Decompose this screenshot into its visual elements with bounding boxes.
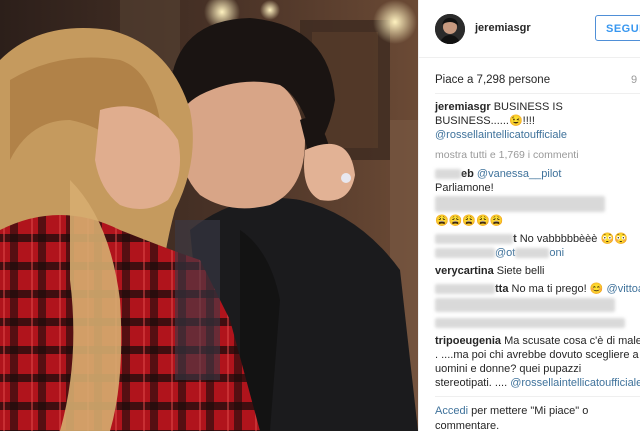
comment-mention[interactable]: @vanessa__pilot bbox=[477, 168, 562, 180]
comment: eb @vanessa__pilot bbox=[435, 167, 561, 181]
post-time: 9 bbox=[631, 74, 638, 86]
comment-text: uomini e donne? quei pupazzi bbox=[435, 363, 582, 375]
caption-mention[interactable]: @rossellaintellicatoufficiale bbox=[435, 129, 567, 141]
post-sidebar: jeremiasgr SEGUI Piace a 7,298 persone 9… bbox=[418, 0, 640, 434]
comment-text: stereotipati. .... bbox=[435, 377, 508, 389]
caption: jeremiasgr BUSINESS IS bbox=[435, 100, 563, 114]
post-username[interactable]: jeremiasgr bbox=[475, 22, 531, 34]
follow-button[interactable]: SEGUI bbox=[595, 15, 640, 41]
comment-username[interactable]: eb bbox=[461, 168, 474, 180]
comment-mention[interactable]: @rossellaintellicatoufficiale bbox=[510, 377, 640, 389]
comment: 😩😩😩😩😩 bbox=[435, 214, 503, 228]
comment: t No vabbbbbèèè 😳😳 bbox=[435, 232, 628, 246]
blurred-block bbox=[435, 196, 605, 212]
likes-count[interactable]: Piace a 7,298 persone bbox=[435, 74, 550, 86]
blurred-block bbox=[435, 248, 495, 259]
login-prompt: Accedi per mettere "Mi piace" o commenta… bbox=[435, 404, 640, 434]
blurred-username bbox=[435, 234, 513, 245]
blurred-comment bbox=[435, 316, 625, 330]
comment-text: No vabbbbbèèè 😳😳 bbox=[519, 233, 628, 245]
caption-text: BUSINESS......😉!!!! bbox=[435, 115, 535, 127]
comment-username[interactable]: verycartina bbox=[435, 265, 494, 277]
avatar-icon bbox=[435, 14, 465, 44]
comment-text: Parliamone! bbox=[435, 182, 494, 194]
blurred-block bbox=[435, 318, 625, 329]
comment-username[interactable]: tripoeugenia bbox=[435, 335, 501, 347]
blurred-block bbox=[515, 248, 550, 259]
comment-text: 😩😩😩😩😩 bbox=[435, 215, 504, 227]
caption-username[interactable]: jeremiasgr bbox=[435, 101, 491, 113]
caption-text: BUSINESS IS bbox=[493, 101, 563, 113]
show-all-comments-link[interactable]: mostra tutti e 1,769 i commenti bbox=[435, 148, 579, 162]
comment-text-line: . ....ma poi chi avrebbe dovuto sceglier… bbox=[435, 348, 639, 362]
comment: tripoeugenia Ma scusate cosa c'è di male bbox=[435, 334, 640, 348]
divider bbox=[435, 93, 640, 94]
comment-username[interactable]: tta bbox=[495, 283, 508, 295]
couple-kissing-photo bbox=[0, 0, 418, 431]
login-prompt-text: commentare. bbox=[435, 420, 500, 432]
caption-line: @rossellaintellicatoufficiale bbox=[435, 128, 567, 142]
comment-text: . ....ma poi chi avrebbe dovuto sceglier… bbox=[435, 349, 639, 361]
post-header: jeremiasgr SEGUI bbox=[419, 0, 640, 58]
comment: tta No ma ti prego! 😊 @vittoally bbox=[435, 282, 640, 296]
divider bbox=[435, 396, 640, 397]
comment-text: Ma scusate cosa c'è di male bbox=[504, 335, 640, 347]
login-link[interactable]: Accedi bbox=[435, 405, 468, 417]
blurred-username bbox=[435, 169, 461, 180]
comment-username[interactable]: t bbox=[513, 233, 517, 245]
comment-text: Siete belli bbox=[496, 265, 545, 277]
blurred-block bbox=[435, 298, 615, 313]
blurred-username bbox=[435, 284, 495, 295]
blurred-comment bbox=[435, 298, 615, 313]
comment-text-line: uomini e donne? quei pupazzi bbox=[435, 362, 581, 376]
avatar[interactable] bbox=[435, 14, 465, 44]
blurred-comment bbox=[435, 196, 605, 212]
comment-mention[interactable]: oni bbox=[549, 247, 564, 259]
comment: verycartina Siete belli bbox=[435, 264, 544, 278]
comment-mention[interactable]: @vittoally bbox=[607, 283, 640, 295]
caption-line: BUSINESS......😉!!!! bbox=[435, 114, 535, 128]
login-prompt-text: per mettere "Mi piace" o bbox=[471, 405, 589, 417]
comment-text-line: stereotipati. .... @rossellaintellicatou… bbox=[435, 376, 640, 390]
comment-text-line: @ot oni bbox=[435, 246, 564, 260]
post-photo[interactable] bbox=[0, 0, 418, 431]
comment-mention[interactable]: @ot bbox=[495, 247, 515, 259]
comment-text-line: Parliamone! bbox=[435, 181, 494, 195]
comment-text: No ma ti prego! 😊 bbox=[511, 283, 604, 295]
